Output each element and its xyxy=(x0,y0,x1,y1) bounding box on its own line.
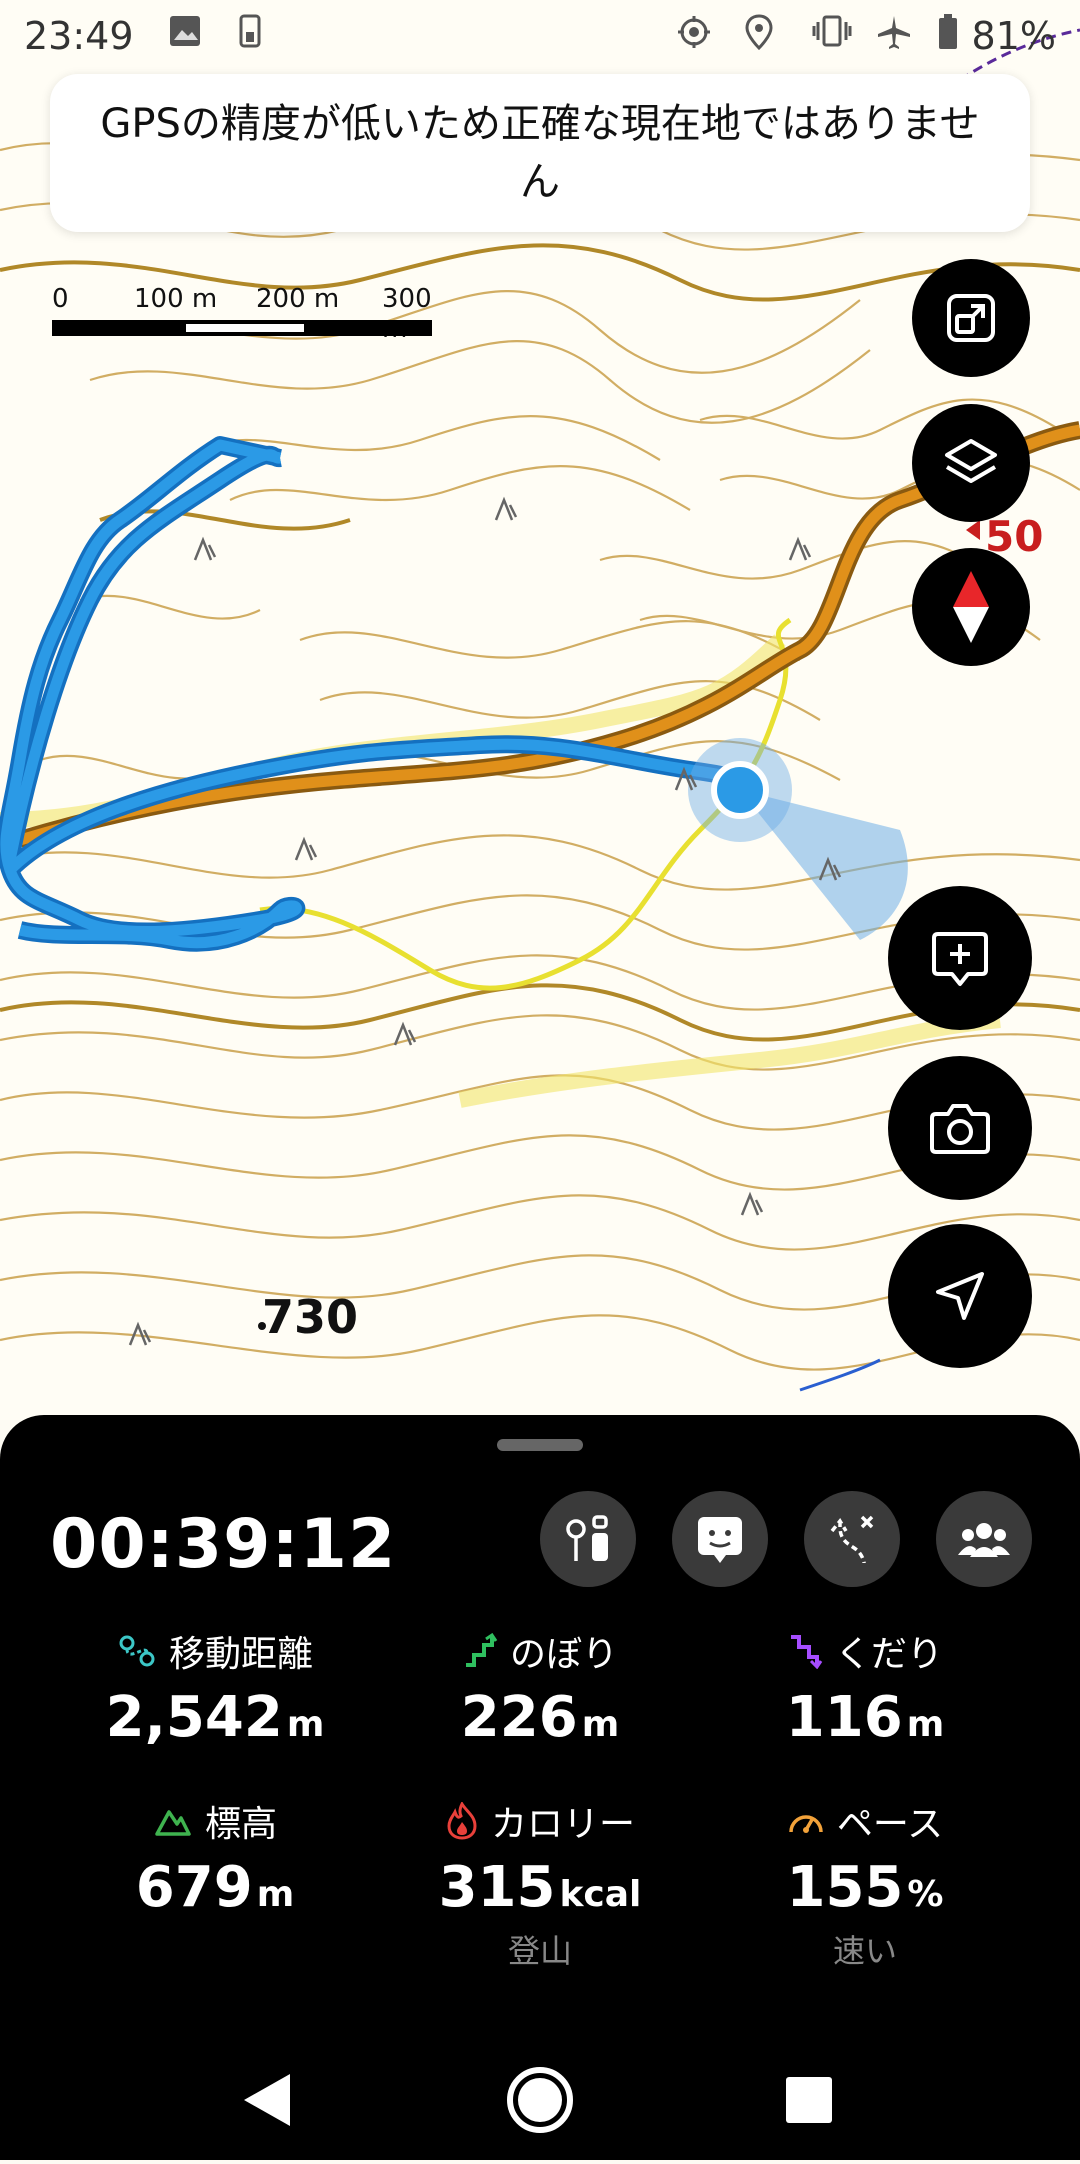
stat-unit: kcal xyxy=(559,1874,642,1915)
system-nav-bar xyxy=(0,2040,1080,2160)
gps-accuracy-toast: GPSの精度が低いため正確な現在地ではありません xyxy=(50,74,1030,232)
stat-descent: くだり 116 m xyxy=(700,1625,1030,1750)
scale-label: 100 m xyxy=(134,284,218,314)
current-location-dot xyxy=(711,761,769,819)
recents-icon[interactable] xyxy=(786,2077,832,2123)
group-button[interactable] xyxy=(936,1491,1032,1587)
peak-elevation-label: 730 xyxy=(262,1290,359,1344)
layers-icon xyxy=(945,439,997,483)
memo-icon xyxy=(698,1517,742,1563)
home-icon-inner xyxy=(518,2078,562,2122)
add-memo-button[interactable] xyxy=(888,886,1032,1030)
status-bar: 23:49 81% xyxy=(0,0,1080,70)
stat-value: 116 xyxy=(785,1685,903,1750)
airplane-icon xyxy=(876,14,912,59)
route-button[interactable] xyxy=(804,1491,900,1587)
stat-label: ペース xyxy=(836,1804,944,1845)
group-icon xyxy=(958,1523,1010,1557)
stat-unit: m xyxy=(256,1874,295,1915)
panel-drag-handle[interactable] xyxy=(497,1439,583,1451)
compass-button[interactable] xyxy=(912,548,1030,666)
battery-icon xyxy=(938,14,958,59)
vibrate-icon xyxy=(812,14,852,57)
stat-value: 679 xyxy=(135,1855,253,1920)
scale-label: 0 xyxy=(52,284,69,314)
add-memo-icon xyxy=(932,932,988,986)
elevation-icon xyxy=(155,1810,191,1836)
location-icon xyxy=(744,14,774,59)
scale-bar-segment xyxy=(186,324,304,332)
stat-unit: m xyxy=(286,1704,325,1745)
route-icon xyxy=(830,1515,874,1564)
stat-label: のぼり xyxy=(509,1634,618,1675)
map-scale-bar: 0 100 m 200 m 300 m xyxy=(52,284,432,344)
stat-value: 155 xyxy=(786,1855,904,1920)
elapsed-timer: 00:39:12 xyxy=(50,1505,397,1584)
gps-icon xyxy=(676,14,712,59)
stat-value: 226 xyxy=(460,1685,578,1750)
sim-icon xyxy=(238,14,262,57)
map-layers-button[interactable] xyxy=(912,404,1030,522)
memo-button[interactable] xyxy=(672,1491,768,1587)
stat-distance: 移動距離 2,542 m xyxy=(50,1625,380,1750)
map-share-icon xyxy=(566,1515,608,1561)
stat-unit: m xyxy=(906,1704,945,1745)
image-icon xyxy=(168,14,202,57)
route-marker-arrow xyxy=(966,520,980,540)
stat-sub: 速い xyxy=(832,1932,897,1970)
descent-icon xyxy=(790,1635,823,1669)
stat-calories: カロリー 315 kcal 登山 xyxy=(375,1795,705,1972)
stat-sub: 登山 xyxy=(507,1932,572,1970)
stream xyxy=(799,1358,881,1392)
stat-label: カロリー xyxy=(490,1804,635,1845)
camera-button[interactable] xyxy=(888,1056,1032,1200)
stat-pace: ペース 155% 速い xyxy=(700,1795,1030,1972)
stat-elevation: 標高 679 m xyxy=(50,1795,380,1920)
speedometer-icon xyxy=(789,1815,823,1833)
stat-value: 315 xyxy=(438,1855,556,1920)
scale-label: 200 m xyxy=(256,284,340,314)
stat-unit: m xyxy=(581,1704,620,1745)
fit-screen-button[interactable] xyxy=(912,259,1030,377)
map-share-button[interactable] xyxy=(540,1491,636,1587)
stat-label: 移動距離 xyxy=(168,1634,313,1675)
stat-value: 2,542 xyxy=(105,1685,283,1750)
stat-unit: % xyxy=(907,1874,944,1915)
ascent-icon xyxy=(465,1633,498,1667)
flame-icon xyxy=(447,1802,477,1840)
current-location-button[interactable] xyxy=(888,1224,1032,1368)
back-icon[interactable] xyxy=(244,2074,290,2126)
navigation-icon xyxy=(936,1272,984,1320)
status-time: 23:49 xyxy=(24,14,134,58)
stat-label: くだり xyxy=(834,1634,943,1675)
stat-label: 標高 xyxy=(204,1804,277,1845)
fit-screen-icon xyxy=(947,294,995,342)
camera-icon xyxy=(930,1104,990,1154)
battery-percentage: 81% xyxy=(971,14,1056,58)
distance-icon xyxy=(119,1635,155,1667)
compass-icon xyxy=(953,571,989,643)
stat-ascent: のぼり 226 m xyxy=(375,1625,705,1750)
